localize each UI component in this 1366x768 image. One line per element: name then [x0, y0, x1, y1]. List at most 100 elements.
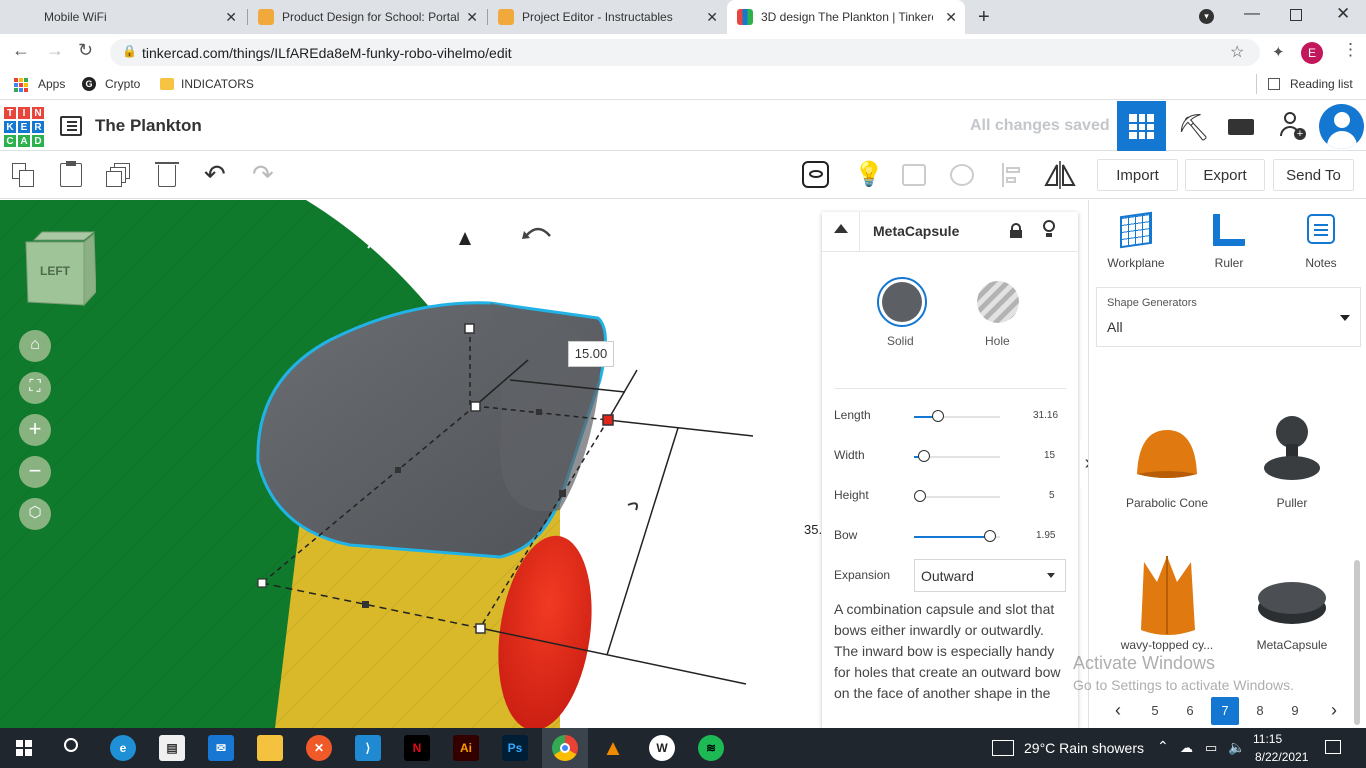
close-icon[interactable]: ✕: [466, 9, 478, 26]
chrome-icon[interactable]: [552, 735, 578, 761]
app-w-icon[interactable]: W: [649, 735, 675, 761]
add-user-icon[interactable]: +: [1280, 112, 1306, 142]
new-tab-button[interactable]: +: [978, 6, 990, 29]
netflix-icon[interactable]: N: [404, 735, 430, 761]
illustrator-icon[interactable]: Ai: [453, 735, 479, 761]
page-9[interactable]: 9: [1281, 697, 1309, 725]
reload-icon[interactable]: ↻: [78, 40, 93, 61]
viewcube[interactable]: LEFT: [24, 230, 97, 308]
workplane-tool[interactable]: Workplane: [1105, 211, 1167, 270]
clock-time[interactable]: 11:15: [1253, 732, 1282, 746]
close-icon[interactable]: ✕: [945, 9, 957, 26]
ungroup-icon[interactable]: [950, 164, 974, 186]
tab-tinkercad[interactable]: 3D design The Plankton | Tinkerc ✕: [727, 0, 965, 34]
notes-toggle-icon[interactable]: [802, 161, 829, 188]
maximize-button[interactable]: [1290, 9, 1302, 21]
page-6[interactable]: 6: [1176, 697, 1204, 725]
tinkercad-logo[interactable]: TINKERCAD: [3, 106, 45, 148]
bricks-icon[interactable]: [1228, 119, 1254, 135]
page-5[interactable]: 5: [1141, 697, 1169, 725]
design-title[interactable]: The Plankton: [95, 116, 202, 136]
solid-option[interactable]: [877, 277, 927, 327]
tab-search-icon[interactable]: ▾: [1199, 9, 1214, 24]
omnibox[interactable]: 🔒 tinkercad.com/things/ILfAREda8eM-funky…: [110, 39, 1260, 66]
zoom-in-button[interactable]: +: [19, 414, 51, 446]
edge-icon[interactable]: e: [110, 735, 136, 761]
menu-icon[interactable]: ⋮: [1342, 40, 1359, 60]
windows-start-icon[interactable]: [16, 740, 32, 756]
weather-news-icon[interactable]: [992, 740, 1014, 756]
mirror-icon[interactable]: [1044, 161, 1076, 189]
shape-puller[interactable]: Puller: [1234, 410, 1350, 520]
page-7[interactable]: 7: [1211, 697, 1239, 725]
group-icon[interactable]: [902, 164, 926, 186]
mail-icon[interactable]: ✉: [208, 735, 234, 761]
user-avatar[interactable]: [1319, 104, 1364, 149]
undo-icon[interactable]: ↶: [204, 159, 226, 190]
delete-icon[interactable]: [155, 162, 179, 187]
length-slider[interactable]: [914, 410, 1000, 422]
close-icon[interactable]: ✕: [225, 9, 237, 26]
vscode-icon[interactable]: ⟩: [355, 735, 381, 761]
panel-scrollbar[interactable]: [1354, 560, 1360, 725]
height-slider[interactable]: [914, 490, 1000, 502]
send-to-button[interactable]: Send To: [1273, 159, 1354, 191]
dimension-input[interactable]: 15.00: [568, 341, 614, 367]
onedrive-icon[interactable]: ☁: [1180, 740, 1193, 756]
weather-text[interactable]: 29°C Rain showers: [1024, 740, 1144, 756]
photoshop-icon[interactable]: Ps: [502, 735, 528, 761]
bookmark-star-icon[interactable]: ☆: [1230, 42, 1244, 62]
tab-product-design[interactable]: Product Design for School: Portal ✕: [248, 0, 486, 34]
shape-metacapsule[interactable]: MetaCapsule: [1234, 552, 1350, 662]
search-icon[interactable]: [64, 738, 78, 752]
export-button[interactable]: Export: [1185, 159, 1265, 191]
fit-view-button[interactable]: ⛶: [19, 372, 51, 404]
page-8[interactable]: 8: [1246, 697, 1274, 725]
shape-generators-select[interactable]: Shape Generators All: [1096, 287, 1361, 347]
import-button[interactable]: Import: [1097, 159, 1178, 191]
paste-icon[interactable]: [60, 161, 82, 187]
expansion-select[interactable]: Outward: [914, 559, 1066, 592]
lightbulb-icon[interactable]: 💡: [854, 160, 884, 189]
param-length-value[interactable]: 31.16: [1033, 410, 1058, 421]
notification-icon[interactable]: [1325, 740, 1341, 754]
network-icon[interactable]: ▭: [1205, 740, 1217, 756]
pickaxe-icon[interactable]: ⛏: [1177, 112, 1210, 143]
app-icon[interactable]: ✕: [306, 735, 332, 761]
visibility-bulb-icon[interactable]: [1043, 220, 1055, 238]
extensions-icon[interactable]: ✦: [1272, 43, 1285, 61]
forward-arrow-icon[interactable]: →: [46, 40, 64, 61]
tray-chevron-icon[interactable]: ⌃: [1157, 738, 1169, 755]
param-height-value[interactable]: 5: [1049, 490, 1055, 501]
spotify-icon[interactable]: ≋: [698, 735, 724, 761]
reading-list-link[interactable]: Reading list: [1290, 77, 1353, 91]
tab-mobile-wifi[interactable]: Mobile WiFi ✕: [0, 0, 245, 34]
profile-avatar[interactable]: E: [1301, 42, 1323, 64]
perspective-button[interactable]: ⬡: [19, 498, 51, 530]
lock-icon[interactable]: [1010, 223, 1022, 238]
tab-project-editor[interactable]: Project Editor - Instructables ✕: [488, 0, 726, 34]
param-width-value[interactable]: 15: [1044, 450, 1055, 461]
next-page-icon[interactable]: ›: [1331, 700, 1337, 721]
shape-wavy-topped[interactable]: wavy-topped cy...: [1109, 552, 1225, 662]
bookmark-apps[interactable]: Apps: [38, 77, 65, 91]
redo-icon[interactable]: ↷: [252, 159, 274, 190]
store-icon[interactable]: ▤: [159, 735, 185, 761]
bookmark-indicators[interactable]: INDICATORS: [181, 77, 254, 91]
close-window-button[interactable]: ✕: [1336, 4, 1350, 24]
param-bow-value[interactable]: 1.95: [1036, 530, 1055, 541]
back-arrow-icon[interactable]: ←: [12, 40, 30, 61]
close-icon[interactable]: ✕: [706, 9, 718, 26]
hole-option[interactable]: [977, 281, 1019, 323]
file-explorer-icon[interactable]: [257, 735, 283, 761]
design-list-icon[interactable]: [60, 116, 82, 136]
duplicate-icon[interactable]: [106, 163, 132, 187]
clock-date[interactable]: 8/22/2021: [1255, 750, 1308, 764]
align-icon[interactable]: [1002, 163, 1022, 187]
prev-page-icon[interactable]: ‹: [1115, 700, 1121, 721]
home-view-button[interactable]: ⌂: [19, 330, 51, 362]
3d-view-button[interactable]: [1117, 101, 1166, 151]
width-slider[interactable]: [914, 450, 1000, 462]
minimize-button[interactable]: —: [1244, 5, 1260, 23]
volume-icon[interactable]: 🔈: [1228, 739, 1245, 756]
